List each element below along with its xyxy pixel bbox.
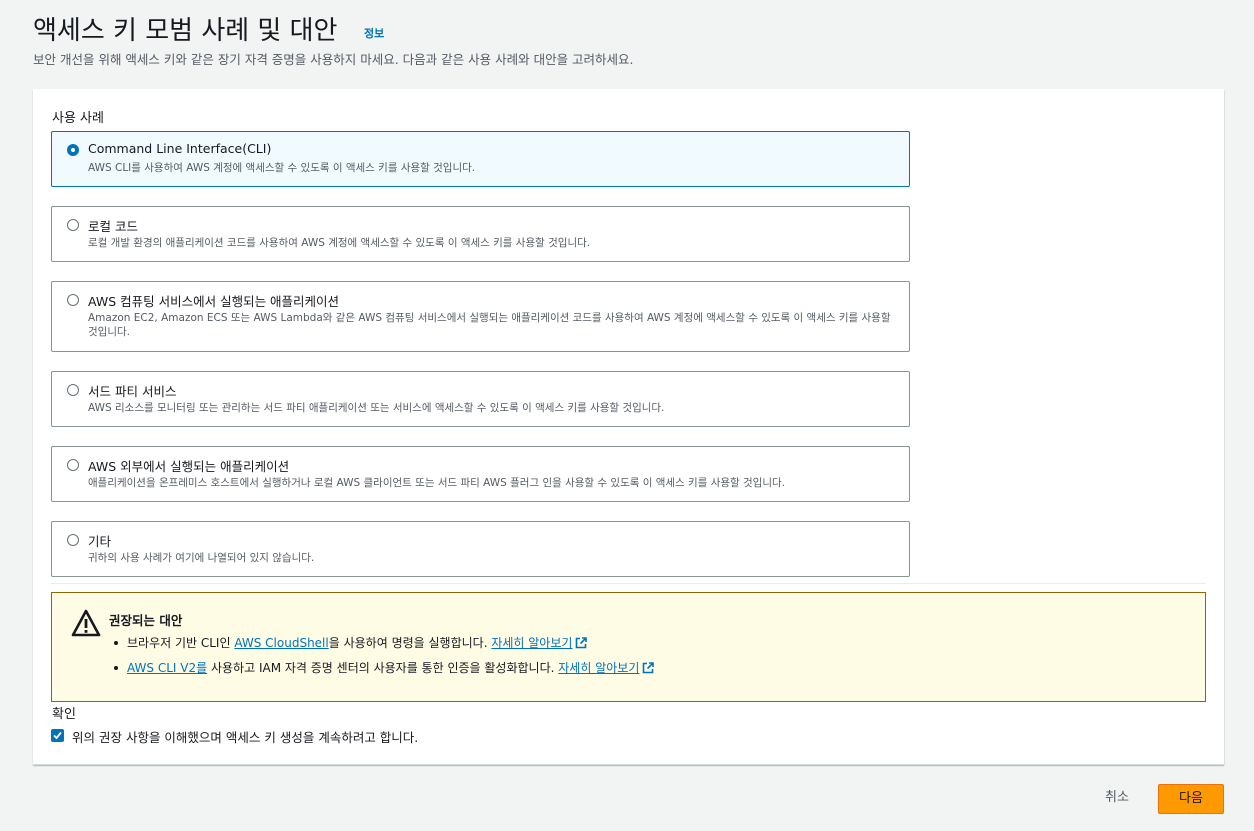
cloudshell-link[interactable]: AWS CloudShell: [234, 636, 328, 650]
alert-text: 을 사용하여 명령을 실행합니다.: [328, 636, 492, 650]
alert-item-cli-v2: AWS CLI V2를 사용하고 IAM 자격 증명 센터의 사용자를 통한 인…: [109, 658, 655, 683]
learn-more-link[interactable]: 자세히 알아보기: [491, 636, 572, 650]
alert-text: 사용하고 IAM 자격 증명 센터의 사용자를 통한 인증을 활성화합니다.: [207, 661, 559, 675]
warning-icon: [71, 609, 101, 637]
alert-list: 브라우저 기반 CLI인 AWS CloudShell을 사용하여 명령을 실행…: [109, 633, 655, 683]
checkmark-icon: [53, 731, 62, 740]
info-link[interactable]: 정보: [364, 25, 384, 41]
radio-button[interactable]: [67, 384, 79, 396]
next-button[interactable]: 다음: [1158, 784, 1224, 814]
option-description: AWS CLI를 사용하여 AWS 계정에 액세스할 수 있도록 이 액세스 키…: [88, 162, 476, 174]
alert-item-cloudshell: 브라우저 기반 CLI인 AWS CloudShell을 사용하여 명령을 실행…: [109, 633, 654, 658]
use-case-option-other[interactable]: 기타 귀하의 사용 사례가 여기에 나열되어 있지 않습니다.: [51, 521, 910, 577]
option-title: 기타: [88, 534, 112, 549]
page-description: 보안 개선을 위해 액세스 키와 같은 장기 자격 증명을 사용하지 마세요. …: [33, 52, 634, 67]
option-title: AWS 컴퓨팅 서비스에서 실행되는 애플리케이션: [88, 294, 340, 309]
option-description: 귀하의 사용 사례가 여기에 나열되어 있지 않습니다.: [88, 552, 315, 564]
use-case-section-label: 사용 사례: [52, 111, 104, 126]
alert-text: 브라우저 기반 CLI인: [127, 636, 235, 650]
cli-v2-link[interactable]: AWS CLI V2를: [127, 661, 207, 675]
use-case-option-cli[interactable]: Command Line Interface(CLI) AWS CLI를 사용하…: [51, 131, 910, 187]
use-case-option-aws-compute[interactable]: AWS 컴퓨팅 서비스에서 실행되는 애플리케이션 Amazon EC2, Am…: [51, 281, 910, 352]
option-description: 로컬 개발 환경의 애플리케이션 코드를 사용하여 AWS 계정에 액세스할 수…: [88, 237, 591, 249]
option-title: 서드 파티 서비스: [88, 384, 177, 399]
external-link-icon: [643, 662, 655, 674]
radio-button[interactable]: [67, 534, 79, 546]
use-case-option-third-party[interactable]: 서드 파티 서비스 AWS 리소스를 모니터링 또는 관리하는 서드 파티 애플…: [51, 371, 910, 427]
external-link-icon: [576, 637, 588, 649]
option-title: Command Line Interface(CLI): [88, 141, 272, 156]
radio-button[interactable]: [67, 294, 79, 306]
divider: [51, 583, 1206, 584]
learn-more-link[interactable]: 자세히 알아보기: [558, 661, 639, 675]
cancel-button[interactable]: 취소: [1093, 785, 1141, 811]
alert-title: 권장되는 대안: [109, 613, 183, 628]
option-title: AWS 외부에서 실행되는 애플리케이션: [88, 459, 290, 474]
use-case-panel: 사용 사례 Command Line Interface(CLI) AWS CL…: [33, 89, 1224, 765]
radio-button[interactable]: [67, 219, 79, 231]
confirm-checkbox[interactable]: [51, 729, 64, 742]
page-title: 액세스 키 모범 사례 및 대안: [33, 16, 338, 46]
confirm-section-label: 확인: [52, 707, 76, 722]
confirm-checkbox-label[interactable]: 위의 권장 사항을 이해했으며 액세스 키 생성을 계속하려고 합니다.: [72, 727, 418, 746]
radio-button[interactable]: [67, 459, 79, 471]
option-description: AWS 리소스를 모니터링 또는 관리하는 서드 파티 애플리케이션 또는 서비…: [88, 402, 665, 414]
use-case-option-local-code[interactable]: 로컬 코드 로컬 개발 환경의 애플리케이션 코드를 사용하여 AWS 계정에 …: [51, 206, 910, 262]
option-description: 애플리케이션을 온프레미스 호스트에서 실행하거나 로컬 AWS 클라이언트 또…: [88, 477, 785, 489]
use-case-option-outside-aws[interactable]: AWS 외부에서 실행되는 애플리케이션 애플리케이션을 온프레미스 호스트에서…: [51, 446, 910, 502]
option-description: Amazon EC2, Amazon ECS 또는 AWS Lambda와 같은…: [88, 312, 891, 338]
recommended-alternatives-alert: 권장되는 대안 브라우저 기반 CLI인 AWS CloudShell을 사용하…: [51, 592, 1206, 702]
radio-button[interactable]: [67, 144, 79, 156]
option-title: 로컬 코드: [88, 219, 138, 234]
